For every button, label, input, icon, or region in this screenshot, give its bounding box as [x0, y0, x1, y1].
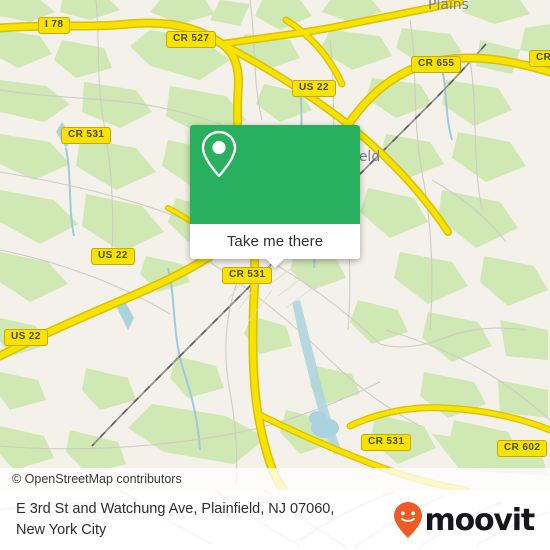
popup-card-footer[interactable]: Take me there: [190, 224, 360, 268]
moovit-wordmark: moovit: [424, 502, 536, 538]
page-footer: E 3rd St and Watchung Ave, Plainfield, N…: [0, 490, 550, 550]
road-shield-cr531[interactable]: CR 531: [61, 127, 112, 144]
moovit-map-screenshot: Plains field I 78 CR 527 CR 655 CR US 22…: [0, 0, 550, 550]
road-shield-us22[interactable]: US 22: [4, 329, 48, 346]
moovit-logo[interactable]: moovit: [393, 501, 536, 539]
address-line-1: E 3rd St and Watchung Ave, Plainfield, N…: [16, 501, 335, 517]
road-shield-cr531[interactable]: CR 531: [222, 267, 273, 284]
footer-content: E 3rd St and Watchung Ave, Plainfield, N…: [0, 490, 550, 550]
address-line-2: New York City: [16, 522, 107, 538]
map-canvas[interactable]: Plains field I 78 CR 527 CR 655 CR US 22…: [0, 0, 550, 490]
road-shield-us22[interactable]: US 22: [91, 248, 135, 265]
road-shield-us22[interactable]: US 22: [292, 80, 336, 97]
road-shield-i78[interactable]: I 78: [38, 17, 71, 34]
popup-card-header: [190, 125, 360, 224]
moovit-pin-icon: [393, 502, 422, 538]
road-shield-cr655[interactable]: CR 655: [411, 56, 462, 73]
road-shield-cr602[interactable]: CR 602: [497, 440, 548, 457]
destination-popup-card[interactable]: Take me there: [190, 125, 360, 268]
map-place-label: Plains: [428, 0, 469, 13]
road-shield-cr-edge[interactable]: CR: [529, 50, 550, 67]
road-shield-cr527[interactable]: CR 527: [166, 31, 217, 48]
take-me-there-label: Take me there: [226, 233, 324, 250]
destination-address: E 3rd St and Watchung Ave, Plainfield, N…: [16, 499, 334, 541]
attribution-text: © OpenStreetMap contributors: [12, 472, 182, 486]
map-attribution[interactable]: © OpenStreetMap contributors: [0, 468, 550, 490]
road-shield-cr531[interactable]: CR 531: [361, 434, 412, 451]
map-pin-icon: [201, 130, 237, 178]
popup-card-tail: [266, 259, 284, 268]
